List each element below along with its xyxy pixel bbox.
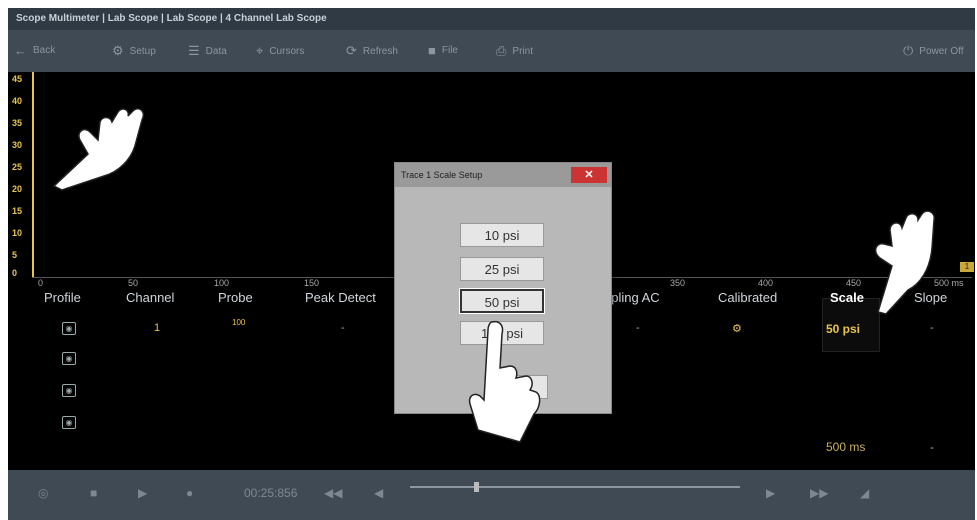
pointing-hand-icon — [468, 320, 541, 443]
y-tick: 0 — [12, 268, 18, 278]
x-tick: 350 — [670, 278, 686, 288]
cursors-button[interactable]: ⌖ Cursors — [256, 43, 304, 59]
peak-detect-value: - — [341, 322, 345, 334]
header-coupling: upling AC — [604, 290, 660, 305]
eye-icon[interactable]: ◉ — [62, 322, 76, 335]
y-tick: 35 — [12, 118, 23, 128]
y-tick: 5 — [12, 250, 18, 260]
play-icon[interactable]: ▶ — [138, 486, 147, 500]
eye-icon[interactable]: ◉ — [62, 384, 76, 397]
time-slope-value: - — [930, 440, 934, 454]
fast-forward-icon[interactable]: ▶▶ — [810, 486, 828, 500]
x-tick: 400 — [758, 278, 774, 288]
refresh-button[interactable]: ⟳ Refresh — [346, 43, 398, 59]
back-arrow-icon: ← — [14, 43, 27, 58]
rewind-icon[interactable]: ◀◀ — [324, 486, 342, 500]
header-channel: Channel — [126, 290, 175, 305]
x-tick: 0 — [38, 278, 44, 288]
coupling-value: - — [636, 322, 640, 334]
eye-icon[interactable]: ◉ — [62, 352, 76, 365]
wrench-icon: ⚙ — [112, 43, 124, 58]
header-profile: Profile — [44, 290, 81, 305]
y-tick: 45 — [12, 74, 23, 84]
slider-handle[interactable] — [474, 482, 479, 492]
header-probe: Probe — [218, 290, 253, 305]
y-tick: 15 — [12, 206, 23, 216]
probe-icon[interactable]: 100 — [232, 318, 245, 327]
y-tick: 30 — [12, 140, 23, 150]
data-list-icon: ☰ — [188, 43, 200, 58]
option-25-psi[interactable]: 25 psi — [460, 257, 544, 281]
option-10-psi[interactable]: 10 psi — [460, 223, 544, 247]
x-tick: 100 — [214, 278, 230, 288]
camera-icon[interactable]: ◎ — [38, 486, 48, 500]
window-title: Scope Multimeter | Lab Scope | Lab Scope… — [8, 8, 975, 30]
playback-bar: ◎ ■ ▶ ● 00:25:856 ◀◀ ◀ ▶ ▶▶ ◢ — [8, 470, 975, 520]
zoom-icon[interactable]: ◢ — [860, 486, 869, 500]
record-icon[interactable]: ● — [186, 486, 193, 500]
close-icon[interactable]: ✕ — [571, 167, 607, 183]
scale-value[interactable]: 50 psi — [826, 322, 860, 336]
back-button[interactable]: ← Back — [14, 43, 55, 58]
playback-slider[interactable] — [410, 486, 740, 488]
pointing-hand-icon — [52, 108, 145, 191]
data-button[interactable]: ☰ Data — [188, 43, 227, 59]
calibrated-icon[interactable]: ⚙ — [732, 322, 742, 335]
stop-icon[interactable]: ■ — [90, 486, 97, 500]
y-tick: 10 — [12, 228, 23, 238]
toolbar: ← Back ⚙ Setup ☰ Data ⌖ Cursors ⟳ Refresh ■ Fi… — [8, 30, 975, 72]
step-back-icon[interactable]: ◀ — [374, 486, 383, 500]
playback-time: 00:25:856 — [244, 486, 298, 500]
x-tick: 150 — [304, 278, 320, 288]
y-tick: 20 — [12, 184, 23, 194]
time-per-div[interactable]: 500 ms — [826, 440, 865, 454]
step-forward-icon[interactable]: ▶ — [766, 486, 775, 500]
power-icon: ⏻ — [903, 43, 914, 58]
print-button[interactable]: ⎙ Print — [496, 43, 533, 59]
y-axis: 45 40 35 30 25 20 15 10 5 0 — [12, 72, 26, 278]
y-axis-line — [32, 72, 34, 277]
file-button[interactable]: ■ File — [428, 43, 458, 58]
refresh-icon: ⟳ — [346, 43, 357, 58]
folder-icon: ■ — [428, 43, 436, 58]
y-tick: 40 — [12, 96, 23, 106]
option-50-psi[interactable]: 50 psi — [460, 289, 544, 313]
printer-icon: ⎙ — [496, 43, 507, 58]
header-peak-detect: Peak Detect — [305, 290, 376, 305]
y-tick: 25 — [12, 162, 23, 172]
x-tick: 50 — [128, 278, 139, 288]
channel-value: 1 — [154, 322, 161, 334]
power-off-button[interactable]: ⏻ Power Off — [903, 43, 964, 59]
cursors-icon: ⌖ — [256, 43, 264, 58]
trace-marker[interactable]: 1 — [960, 262, 974, 272]
slope-value: - — [930, 322, 934, 334]
setup-button[interactable]: ⚙ Setup — [112, 43, 156, 59]
pointing-hand-icon — [874, 210, 935, 315]
eye-icon[interactable]: ◉ — [62, 416, 76, 429]
header-calibrated: Calibrated — [718, 290, 778, 305]
